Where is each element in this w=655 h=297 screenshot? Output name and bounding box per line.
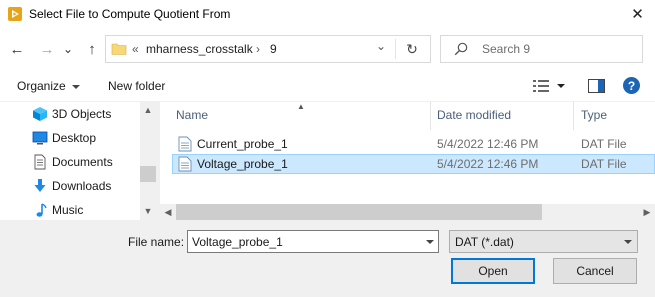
file-date-modified: 5/4/2022 12:46 PM (437, 157, 539, 171)
navigation-pane-scrollbar[interactable]: ▲ ▼ (140, 102, 156, 220)
file-row-selected[interactable]: Voltage_probe_1 5/4/2022 12:46 PM DAT Fi… (172, 154, 655, 174)
file-row[interactable]: Current_probe_1 5/4/2022 12:46 PM DAT Fi… (172, 134, 655, 154)
scroll-up-arrow-icon[interactable]: ▲ (140, 102, 156, 118)
column-header-date-modified[interactable]: Date modified (437, 108, 511, 122)
navigation-pane: 3D Objects Desktop Documents Downloads M… (0, 102, 156, 220)
sidebar-item-documents[interactable]: Documents (32, 152, 140, 172)
folder-icon (111, 43, 127, 55)
cancel-button[interactable]: Cancel (553, 258, 637, 284)
help-icon: ? (627, 78, 636, 93)
downloads-icon (34, 179, 46, 192)
column-divider[interactable] (430, 102, 431, 130)
file-date-modified: 5/4/2022 12:46 PM (437, 137, 539, 151)
open-button[interactable]: Open (451, 258, 535, 284)
scroll-right-arrow-icon[interactable]: ▶ (639, 204, 655, 220)
sidebar-item-music[interactable]: Music (32, 200, 140, 220)
caret-down-icon (557, 83, 565, 88)
breadcrumb-item[interactable]: 9 (270, 42, 277, 56)
sidebar-item-label: Music (52, 203, 84, 217)
sidebar-item-label: Downloads (52, 179, 112, 193)
chevron-down-icon: ⌄ (62, 42, 74, 56)
sidebar-item-desktop[interactable]: Desktop (32, 128, 140, 148)
file-type-filter-select[interactable]: DAT (*.dat) (449, 230, 638, 253)
scroll-left-arrow-icon[interactable]: ◀ (160, 204, 176, 220)
documents-icon (34, 154, 46, 170)
breadcrumb-separator[interactable]: › (256, 42, 260, 56)
preview-pane-icon[interactable] (588, 79, 605, 93)
search-box[interactable]: Search 9 (440, 35, 643, 63)
breadcrumb-item[interactable]: mharness_crosstalk (146, 42, 253, 56)
chevron-down-icon[interactable] (426, 240, 434, 244)
navigation-bar: ← → ⌄ ↑ « mharness_crosstalk › 9 ⌄ ↻ Sea… (0, 28, 655, 70)
sidebar-item-3d-objects[interactable]: 3D Objects (32, 104, 140, 124)
new-folder-button[interactable]: New folder (108, 79, 165, 93)
file-name: Current_probe_1 (197, 137, 288, 151)
file-name: Voltage_probe_1 (197, 157, 288, 171)
sidebar-item-label: Documents (52, 155, 113, 169)
file-name-label: File name: (128, 235, 185, 249)
address-bar[interactable]: « mharness_crosstalk › 9 ⌄ ↻ (105, 35, 431, 63)
dat-file-icon (178, 136, 192, 152)
3d-objects-icon (33, 107, 47, 121)
close-button[interactable]: ✕ (620, 0, 655, 28)
up-arrow-icon: ↑ (88, 40, 96, 58)
desktop-icon (32, 131, 48, 145)
view-details-icon[interactable] (533, 80, 549, 92)
recent-locations-button[interactable]: ⌄ (61, 39, 75, 59)
file-name-value: Voltage_probe_1 (192, 235, 283, 249)
file-type: DAT File (581, 157, 627, 171)
search-placeholder: Search 9 (482, 42, 531, 56)
column-divider[interactable] (573, 102, 574, 130)
address-history-dropdown[interactable]: ⌄ (376, 39, 386, 53)
organize-menu-button[interactable]: Organize (17, 79, 80, 93)
refresh-icon: ↻ (406, 40, 418, 57)
caret-down-icon (71, 84, 80, 89)
chevron-down-icon (624, 240, 632, 244)
scrollbar-thumb[interactable] (140, 166, 156, 182)
close-icon: ✕ (631, 6, 644, 23)
up-button[interactable]: ↑ (82, 39, 102, 59)
organize-label: Organize (17, 79, 66, 93)
sidebar-item-label: Desktop (52, 131, 97, 145)
address-divider (395, 39, 396, 59)
sidebar-item-label: 3D Objects (52, 107, 112, 121)
command-bar: Organize New folder ? (0, 70, 655, 102)
search-icon (454, 42, 468, 56)
file-list: ▲ Name Date modified Type Current_probe_… (160, 102, 655, 220)
column-header-name[interactable]: Name (176, 108, 208, 122)
back-button[interactable]: ← (7, 39, 27, 59)
refresh-button[interactable]: ↻ (402, 40, 422, 58)
column-header-type[interactable]: Type (581, 108, 607, 122)
file-name-input[interactable]: Voltage_probe_1 (187, 230, 439, 253)
file-list-horizontal-scrollbar[interactable]: ◀ ▶ (160, 204, 655, 220)
music-icon (36, 203, 47, 217)
sort-ascending-icon: ▲ (297, 102, 305, 111)
forward-button[interactable]: → (37, 39, 57, 59)
file-type-value: DAT (*.dat) (455, 235, 514, 249)
scrollbar-thumb[interactable] (176, 204, 542, 220)
dat-file-icon (178, 156, 192, 172)
scroll-down-arrow-icon[interactable]: ▼ (140, 203, 156, 219)
app-logo-icon (8, 7, 22, 21)
title-bar: Select File to Compute Quotient From ✕ (0, 0, 655, 28)
window-title: Select File to Compute Quotient From (29, 7, 231, 21)
back-arrow-icon: ← (9, 40, 25, 58)
forward-arrow-icon: → (39, 40, 55, 58)
help-button[interactable]: ? (623, 77, 640, 94)
sidebar-item-downloads[interactable]: Downloads (32, 176, 140, 196)
dialog-footer: File name: Voltage_probe_1 DAT (*.dat) O… (0, 220, 655, 297)
view-options-dropdown[interactable] (557, 78, 565, 92)
breadcrumb-overflow[interactable]: « (132, 42, 139, 56)
file-type: DAT File (581, 137, 627, 151)
